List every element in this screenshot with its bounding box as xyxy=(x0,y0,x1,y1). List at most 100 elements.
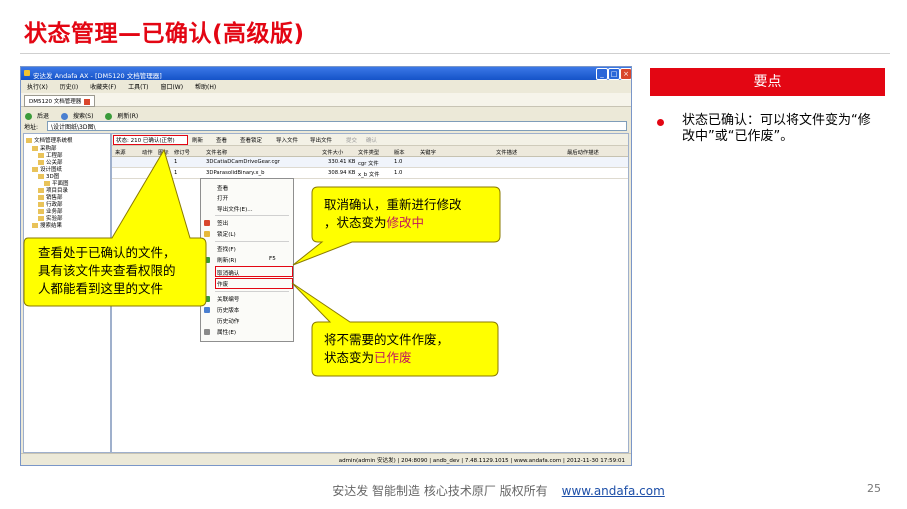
back-icon xyxy=(25,113,32,120)
main-toolbar: 后退 搜索(S) 刷新(R) xyxy=(21,107,631,120)
callout-cancel-text: 取消确认，重新进行修改 ，状态变为修改中 xyxy=(324,196,462,232)
address-bar: 地址: \设计图纸\3D图\ xyxy=(21,120,631,131)
page-number: 25 xyxy=(867,482,881,495)
statusbar-text: admin(admin 安达发) | 204:8090 | andb_dev |… xyxy=(338,458,625,464)
col-filesize[interactable]: 文件大小 xyxy=(322,148,343,156)
menu-help[interactable]: 帮助(H) xyxy=(195,82,216,91)
search-button[interactable]: 搜索(S) xyxy=(60,109,97,120)
key-point-bullet: 状态已确认：可以将文件变为“修改中”或“已作废”。 xyxy=(682,113,871,144)
callout-view-line3: 人都能看到这里的文件 xyxy=(38,281,164,296)
menu-favorites[interactable]: 收藏夹(F) xyxy=(90,82,116,91)
list-refresh-button[interactable]: 刷新 xyxy=(192,136,203,144)
cell-revision: 1 xyxy=(174,170,178,176)
callout-view-line2: 具有该文件夹查看权限的 xyxy=(38,263,176,278)
col-filename[interactable]: 文件名称 xyxy=(206,148,227,156)
import-file-button[interactable]: 导入文件 xyxy=(276,136,298,144)
ctx-item-history-version[interactable]: 历史版本 xyxy=(217,306,239,314)
tab-close-icon[interactable] xyxy=(84,98,91,105)
ctx-shortcut-f5: F5 xyxy=(269,256,276,262)
footer-link[interactable]: www.andafa.com xyxy=(562,484,665,498)
ctx-item-open[interactable]: 打开 xyxy=(217,194,228,202)
callout-void-prefix: 状态变为 xyxy=(324,350,375,365)
checkout-icon xyxy=(204,220,210,226)
back-button[interactable]: 后退 xyxy=(25,109,52,120)
menu-window[interactable]: 窗口(W) xyxy=(160,82,183,91)
address-label: 地址: xyxy=(24,124,39,131)
footer-company: 安达发 智能制造 核心技术原厂 版权所有 xyxy=(332,484,548,498)
export-file-button[interactable]: 导出文件 xyxy=(310,136,332,144)
refresh-label: 刷新(R) xyxy=(117,113,139,120)
col-action[interactable]: 动作 xyxy=(142,148,153,156)
ctx-item-view[interactable]: 查看 xyxy=(217,184,228,192)
cell-version: 1.0 xyxy=(394,159,403,165)
list-view-button[interactable]: 查看 xyxy=(216,136,227,144)
context-menu: 查看 打开 导出文件(E)... 签出 锁定(L) 查找(F) 刷新(R) F5… xyxy=(200,178,294,342)
col-source[interactable]: 来源 xyxy=(115,148,126,156)
col-revision[interactable]: 修订号 xyxy=(174,148,190,156)
status-filter-select[interactable]: 状态: 210 已确认(正常) xyxy=(113,135,188,145)
grid-header: 来源 动作 图标 修订号 文件名称 文件大小 文件类型 版本 关键字 文件描述 … xyxy=(112,146,628,157)
menu-tools[interactable]: 工具(T) xyxy=(128,82,148,91)
ctx-separator xyxy=(215,291,289,292)
view-locked-button[interactable]: 查看锁定 xyxy=(240,136,262,144)
callout-void-line1: 将不需要的文件作废， xyxy=(324,332,450,347)
callout-void-line2: 状态变为已作废 xyxy=(324,349,449,367)
tree-item-root[interactable]: 文档管理系统根 xyxy=(26,136,73,144)
tree-item-search-results[interactable]: 搜索结果 xyxy=(32,221,62,229)
tab-document-manager[interactable]: DM5120 文档管理器 xyxy=(24,95,96,107)
app-statusbar: admin(admin 安达发) | 204:8090 | andb_dev |… xyxy=(21,453,631,465)
ctx-separator xyxy=(215,215,289,216)
ctx-item-export[interactable]: 导出文件(E)... xyxy=(217,205,253,213)
title-divider xyxy=(20,53,890,54)
properties-icon xyxy=(204,329,210,335)
col-description[interactable]: 文件描述 xyxy=(496,148,517,156)
ctx-separator xyxy=(215,241,289,242)
submit-button[interactable]: 提交 xyxy=(346,136,357,144)
file-list-pane: 状态: 210 已确认(正常) 刷新 查看 查看锁定 导入文件 导出文件 提交 … xyxy=(111,133,629,453)
col-icon[interactable]: 图标 xyxy=(158,148,169,156)
col-keyword[interactable]: 关键字 xyxy=(420,148,436,156)
slide-title: 状态管理—已确认(高级版) xyxy=(24,21,305,47)
ctx-item-lock[interactable]: 锁定(L) xyxy=(217,230,236,238)
callout-cancel-prefix: ，状态变为 xyxy=(324,215,387,230)
app-window-title: 安达发 Andafa AX - [DM5120 文档管理器] xyxy=(33,72,162,80)
minimize-icon[interactable]: _ xyxy=(596,68,608,80)
status-filter-value: 状态: 210 已确认(正常) xyxy=(116,138,175,144)
table-row[interactable]: 1 3DCatiaDCamDriveGear.cgr 330.41 KB cgr… xyxy=(112,157,628,168)
ctx-item-refresh[interactable]: 刷新(R) xyxy=(217,256,236,264)
cell-version: 1.0 xyxy=(394,170,403,176)
search-folder-icon xyxy=(32,223,38,228)
confirm-button[interactable]: 确认 xyxy=(366,136,377,144)
callout-cancel-highlight: 修改中 xyxy=(386,215,425,230)
menu-execute[interactable]: 执行(X) xyxy=(27,82,48,91)
menu-history[interactable]: 历史(I) xyxy=(60,82,78,91)
ctx-item-history-action[interactable]: 历史动作 xyxy=(217,317,239,325)
maximize-icon[interactable]: □ xyxy=(608,68,620,80)
ctx-item-related-number[interactable]: 关联编号 xyxy=(217,295,239,303)
cancel-confirm-highlight xyxy=(215,266,293,277)
cell-filetype: x_b 文件 xyxy=(358,172,380,178)
callout-view-line1: 查看处于已确认的文件， xyxy=(38,245,176,260)
ctx-item-find[interactable]: 查找(F) xyxy=(217,245,236,253)
key-points-header: 要点 xyxy=(650,68,885,96)
close-icon[interactable]: × xyxy=(620,68,631,80)
table-row[interactable]: 1 3DParasolidBinary.x_b 308.94 KB x_b 文件… xyxy=(112,168,628,179)
search-label: 搜索(S) xyxy=(72,113,94,120)
ctx-item-checkout[interactable]: 签出 xyxy=(217,219,228,227)
cell-revision: 1 xyxy=(174,159,178,165)
ctx-item-properties[interactable]: 属性(E) xyxy=(217,328,236,336)
lock-icon xyxy=(204,231,210,237)
refresh-button[interactable]: 刷新(R) xyxy=(105,109,141,120)
callout-cancel-line1: 取消确认，重新进行修改 xyxy=(324,197,462,212)
callout-void-highlight: 已作废 xyxy=(374,350,412,365)
col-version[interactable]: 版本 xyxy=(394,148,405,156)
app-titlebar: 安达发 Andafa AX - [DM5120 文档管理器] _ □ × xyxy=(21,67,631,80)
document-tabbar: DM5120 文档管理器 xyxy=(21,93,631,107)
col-filetype[interactable]: 文件类型 xyxy=(358,148,379,156)
history-icon xyxy=(204,307,210,313)
address-input[interactable]: \设计图纸\3D图\ xyxy=(47,121,627,131)
col-last-action[interactable]: 最后动作描述 xyxy=(567,148,599,156)
void-highlight xyxy=(215,278,293,289)
callout-void-text: 将不需要的文件作废， 状态变为已作废 xyxy=(324,331,449,367)
bullet-icon xyxy=(657,119,664,126)
